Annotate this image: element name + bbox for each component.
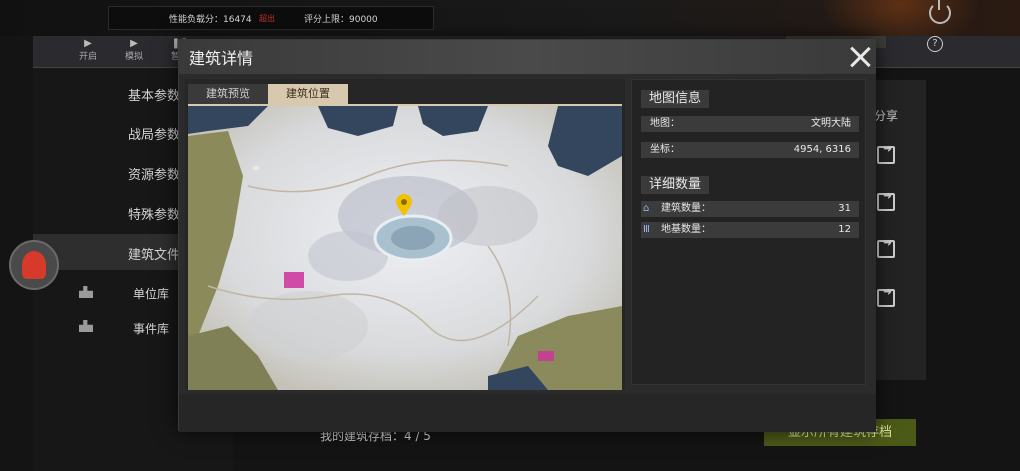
dialog-title: 建筑详情	[189, 49, 254, 68]
map-name-label: 地图：	[650, 118, 680, 129]
power-icon[interactable]	[929, 0, 951, 24]
help-icon[interactable]: ?	[927, 36, 943, 52]
toolbar-simulate-label: 模拟	[124, 52, 143, 62]
toolbar-start-label: 开启	[78, 52, 97, 62]
building-count-value: 31	[838, 203, 851, 214]
sidebar-item-basic[interactable]: 基本参数	[128, 85, 180, 104]
perf-score-text: 性能负载分：16474	[169, 14, 252, 25]
score-bar: 性能负载分：16474 超出 评分上限：90000	[108, 6, 434, 30]
dialog-footer	[179, 394, 876, 432]
map-pane: 建筑预览 建筑位置	[185, 79, 625, 390]
share-icon[interactable]	[877, 285, 895, 307]
coordinate-label: 坐标：	[650, 144, 680, 155]
location-marker-icon	[396, 194, 412, 216]
perf-score-badge: 超出	[259, 13, 275, 23]
share-icon[interactable]	[877, 236, 895, 258]
building-count-row: ⌂ 建筑数量： 31	[641, 201, 859, 217]
toolbar-simulate-button[interactable]: ▶ 模拟	[119, 38, 149, 62]
foundation-icon: Ⅲ	[643, 224, 650, 235]
foundation-count-row: Ⅲ 地基数量： 12	[641, 222, 859, 238]
building-icon: ⌂	[643, 203, 650, 214]
share-header-label: 分享	[874, 109, 899, 123]
foundation-count-label: 地基数量：	[661, 224, 711, 235]
toolbar-start-button[interactable]: ▶ 开启	[73, 38, 103, 62]
info-pane: 地图信息 地图： 文明大陆 坐标： 4954, 6316 详细数量 ⌂ 建筑数量…	[631, 79, 866, 385]
map-terrain	[188, 106, 622, 390]
avatar[interactable]	[9, 240, 59, 290]
coordinate-row: 坐标： 4954, 6316	[641, 142, 859, 158]
sidebar-item-unit-library[interactable]: 单位库	[133, 285, 169, 302]
map-name-value: 文明大陆	[811, 118, 851, 129]
building-detail-dialog: 建筑详情 建筑预览 建筑位置 地图信息 地图： 文明大陆 坐标： 4954, 6…	[178, 39, 876, 432]
dialog-header: 建筑详情	[179, 40, 876, 74]
share-icon[interactable]	[877, 142, 895, 164]
play-icon: ▶	[84, 38, 92, 49]
play-icon: ▶	[130, 38, 138, 49]
sidebar-item-building-files[interactable]: 建筑文件	[128, 244, 180, 263]
tab-building-location[interactable]: 建筑位置	[268, 84, 348, 104]
sidebar-item-battle[interactable]: 战局参数	[128, 124, 180, 143]
map-info-title: 地图信息	[641, 90, 710, 108]
detail-counts-title: 详细数量	[641, 176, 710, 194]
coordinate-value: 4954, 6316	[793, 144, 851, 155]
foundation-count-value: 12	[838, 224, 851, 235]
dialog-body: 建筑预览 建筑位置 地图信息 地图： 文明大陆 坐标： 4954, 6316 详…	[179, 74, 876, 432]
share-icon[interactable]	[877, 189, 895, 211]
sidebar-item-special[interactable]: 特殊参数	[128, 204, 180, 223]
building-count-label: 建筑数量：	[661, 203, 711, 214]
location-map[interactable]	[188, 106, 622, 390]
score-cap-text: 评分上限：90000	[304, 14, 378, 25]
close-icon[interactable]	[847, 44, 873, 70]
sidebar-item-event-library[interactable]: 事件库	[133, 320, 169, 337]
map-name-row: 地图： 文明大陆	[641, 116, 859, 132]
sidebar-item-resource[interactable]: 资源参数	[128, 164, 180, 183]
tab-building-preview[interactable]: 建筑预览	[188, 84, 268, 104]
